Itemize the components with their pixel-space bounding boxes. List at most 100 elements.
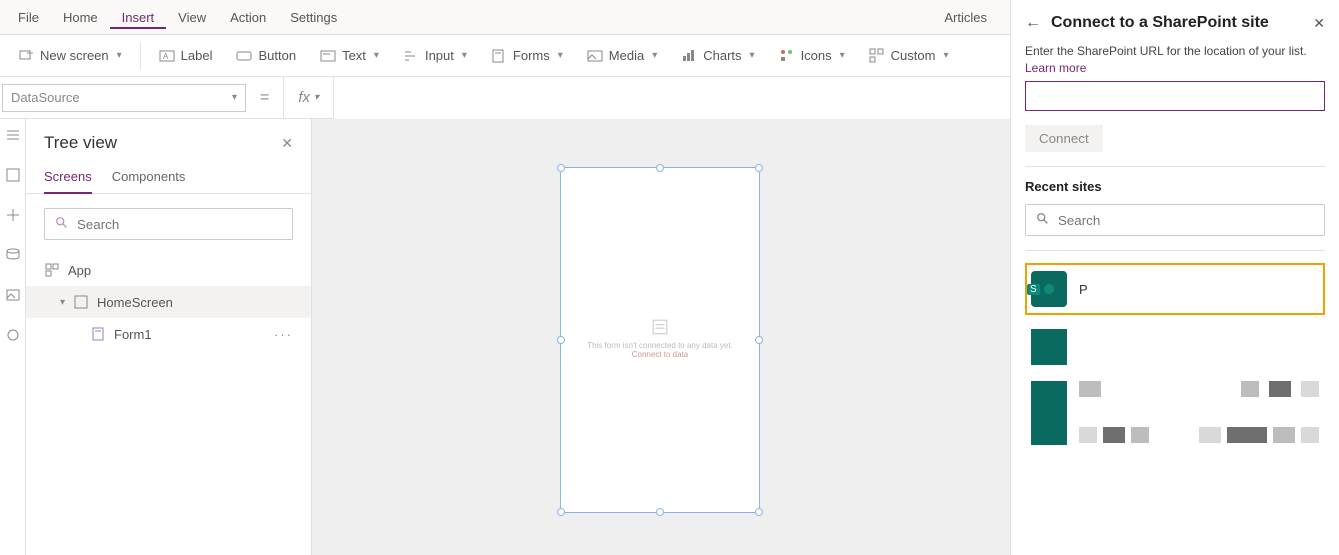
site-item[interactable]	[1025, 373, 1325, 453]
chevron-down-icon: ▾	[314, 92, 319, 103]
tree-node-label: HomeScreen	[97, 295, 173, 310]
app-icon	[44, 262, 60, 278]
new-screen-label: New screen	[40, 48, 109, 63]
recent-search[interactable]	[1025, 204, 1325, 236]
site-item-highlighted[interactable]: S P	[1025, 263, 1325, 315]
menu-articles[interactable]: Articles	[932, 6, 999, 29]
site-item[interactable]	[1025, 321, 1325, 373]
menu-insert[interactable]: Insert	[110, 6, 167, 29]
menu-settings[interactable]: Settings	[278, 6, 349, 29]
plus-screen-icon	[18, 48, 34, 64]
property-value: DataSource	[11, 90, 80, 105]
button-button[interactable]: Button	[226, 44, 306, 68]
hamburger-icon[interactable]	[5, 127, 21, 143]
forms-label: Forms	[513, 48, 550, 63]
tree-tabs: Screens Components	[26, 163, 311, 194]
charts-button[interactable]: Charts ▾	[671, 44, 764, 68]
connect-button[interactable]: Connect	[1025, 125, 1103, 152]
fx-label: fx	[298, 89, 310, 106]
back-arrow-icon[interactable]: ←	[1025, 14, 1041, 32]
icons-button[interactable]: Icons ▾	[769, 44, 855, 68]
label-label: Label	[181, 48, 213, 63]
custom-icon	[869, 48, 885, 64]
chevron-down-icon: ▾	[558, 50, 563, 61]
chevron-down-icon: ▾	[943, 50, 948, 61]
form-empty-msg: This form isn't connected to any data ye…	[561, 341, 759, 350]
media-button[interactable]: Media ▾	[577, 44, 667, 68]
divider	[140, 43, 141, 69]
chevron-down-icon: ▾	[374, 50, 379, 61]
plus-icon[interactable]	[5, 207, 21, 223]
tree-icon[interactable]	[5, 167, 21, 183]
data-icon[interactable]	[5, 247, 21, 263]
charts-label: Charts	[703, 48, 741, 63]
screen-icon	[73, 294, 89, 310]
tools-icon[interactable]	[5, 327, 21, 343]
fx-button[interactable]: fx ▾	[283, 77, 334, 119]
text-icon	[320, 48, 336, 64]
tree-node-label: App	[68, 263, 91, 278]
menu-home[interactable]: Home	[51, 6, 110, 29]
panel-header: ← Connect to a SharePoint site ✕	[1011, 0, 1339, 44]
learn-more-link[interactable]: Learn more	[1025, 61, 1086, 75]
property-selector[interactable]: DataSource ▾	[2, 84, 246, 112]
new-screen-button[interactable]: New screen ▾	[8, 44, 132, 68]
site-label: P	[1079, 282, 1088, 297]
close-icon[interactable]: ✕	[281, 135, 293, 152]
form-icon	[90, 326, 106, 342]
chevron-down-icon: ▾	[652, 50, 657, 61]
media-icon	[587, 48, 603, 64]
menu-action[interactable]: Action	[218, 6, 278, 29]
custom-button[interactable]: Custom ▾	[859, 44, 959, 68]
tree-search[interactable]	[44, 208, 293, 240]
tree-node-label: Form1	[114, 327, 152, 342]
text-button[interactable]: Text ▾	[310, 44, 389, 68]
sharepoint-site-icon: S	[1031, 271, 1067, 307]
tree-node-app[interactable]: App	[26, 254, 311, 286]
sharepoint-url-input[interactable]	[1025, 81, 1325, 111]
form-empty-state: This form isn't connected to any data ye…	[561, 318, 759, 359]
input-label: Input	[425, 48, 454, 63]
chevron-down-icon: ▾	[232, 92, 237, 103]
sharepoint-panel: ← Connect to a SharePoint site ✕ Enter t…	[1010, 0, 1339, 555]
chevron-down-icon: ▾	[60, 297, 65, 308]
equals-label: =	[246, 89, 283, 107]
tree-title: Tree view	[44, 133, 117, 153]
tree-view-panel: Tree view ✕ Screens Components App	[26, 119, 312, 555]
close-icon[interactable]: ✕	[1313, 15, 1325, 32]
tree-node-form1[interactable]: Form1 ···	[26, 318, 311, 350]
input-button[interactable]: Input ▾	[393, 44, 477, 68]
tree-header: Tree view ✕	[26, 119, 311, 163]
form-control[interactable]: This form isn't connected to any data ye…	[560, 167, 760, 513]
label-button[interactable]: A Label	[149, 44, 223, 68]
tab-components[interactable]: Components	[112, 163, 186, 193]
tree-node-homescreen[interactable]: ▾ HomeScreen	[26, 286, 311, 318]
button-icon	[236, 48, 252, 64]
tree-search-input[interactable]	[77, 217, 282, 232]
recent-sites-header: Recent sites	[1025, 179, 1325, 194]
left-rail	[0, 119, 26, 555]
forms-icon	[491, 48, 507, 64]
media-rail-icon[interactable]	[5, 287, 21, 303]
search-icon	[55, 216, 69, 233]
form-empty-link[interactable]: Connect to data	[561, 350, 759, 359]
chevron-down-icon: ▾	[840, 50, 845, 61]
svg-text:A: A	[163, 52, 169, 61]
search-icon	[1036, 212, 1050, 229]
custom-label: Custom	[891, 48, 936, 63]
menu-file[interactable]: File	[6, 6, 51, 29]
panel-title: Connect to a SharePoint site	[1051, 14, 1303, 32]
chevron-down-icon: ▾	[117, 50, 122, 61]
forms-button[interactable]: Forms ▾	[481, 44, 573, 68]
divider	[1025, 166, 1325, 167]
form-empty-icon	[561, 318, 759, 341]
label-icon: A	[159, 48, 175, 64]
menu-view[interactable]: View	[166, 6, 218, 29]
tab-screens[interactable]: Screens	[44, 163, 92, 194]
divider	[1025, 250, 1325, 251]
media-label: Media	[609, 48, 644, 63]
recent-search-input[interactable]	[1058, 213, 1314, 228]
charts-icon	[681, 48, 697, 64]
chevron-down-icon: ▾	[750, 50, 755, 61]
more-icon[interactable]: ···	[274, 327, 293, 342]
